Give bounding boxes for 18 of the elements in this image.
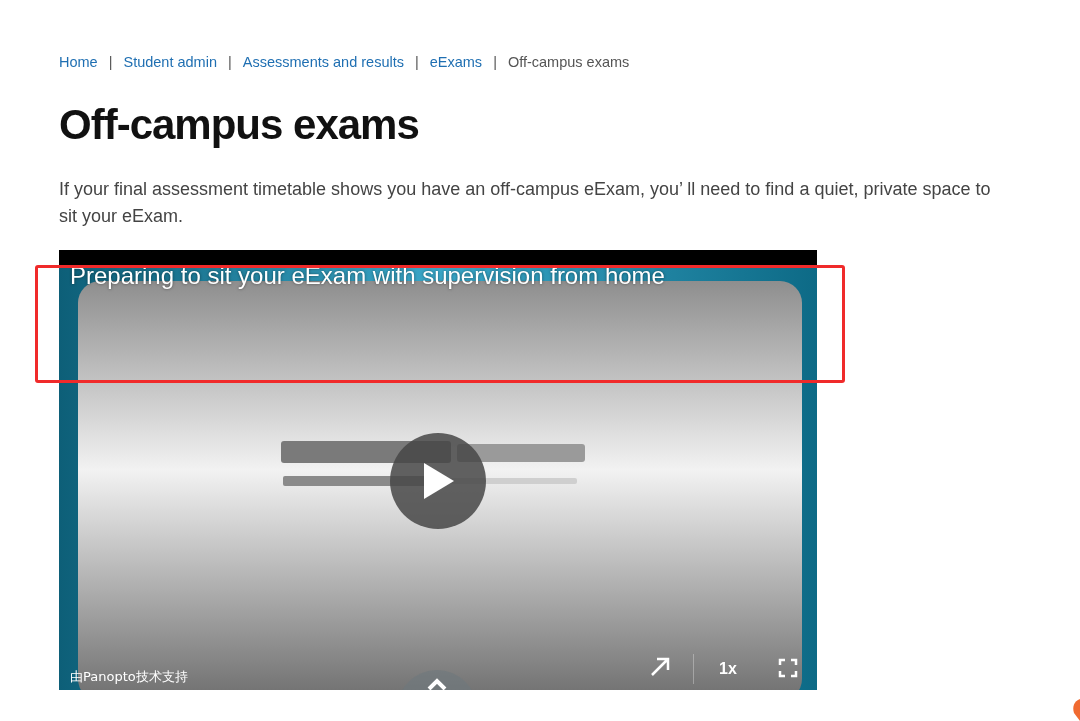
powered-by-label: 由Panopto技术支持 <box>70 668 188 687</box>
breadcrumb-link[interactable]: eExams <box>429 54 483 70</box>
fullscreen-button[interactable] <box>778 658 798 679</box>
intro-paragraph: If your final assessment timetable shows you have an off-campus eExam, you’ ll need to find a quiet, private space to sit your eExam. <box>59 178 992 229</box>
breadcrumb-link[interactable]: Student admin <box>123 54 217 70</box>
breadcrumb-separator: | <box>414 54 419 70</box>
corner-shape-icon <box>1072 699 1080 721</box>
breadcrumb-link[interactable]: Assessments and results <box>242 54 404 70</box>
playback-speed-button[interactable]: 1x <box>719 660 737 679</box>
breadcrumb-link[interactable]: Home <box>59 54 98 70</box>
video-title: Preparing to sit your eExam with supervision from home <box>70 262 665 291</box>
breadcrumb-separator: | <box>228 54 232 70</box>
page-title: Off-campus exams <box>59 100 420 150</box>
fullscreen-icon <box>778 658 798 679</box>
breadcrumb-separator: | <box>493 54 497 70</box>
chevron-up-icon <box>427 678 447 691</box>
current-page-label: Off-campus exams <box>507 54 630 70</box>
breadcrumb-separator: | <box>108 54 113 70</box>
